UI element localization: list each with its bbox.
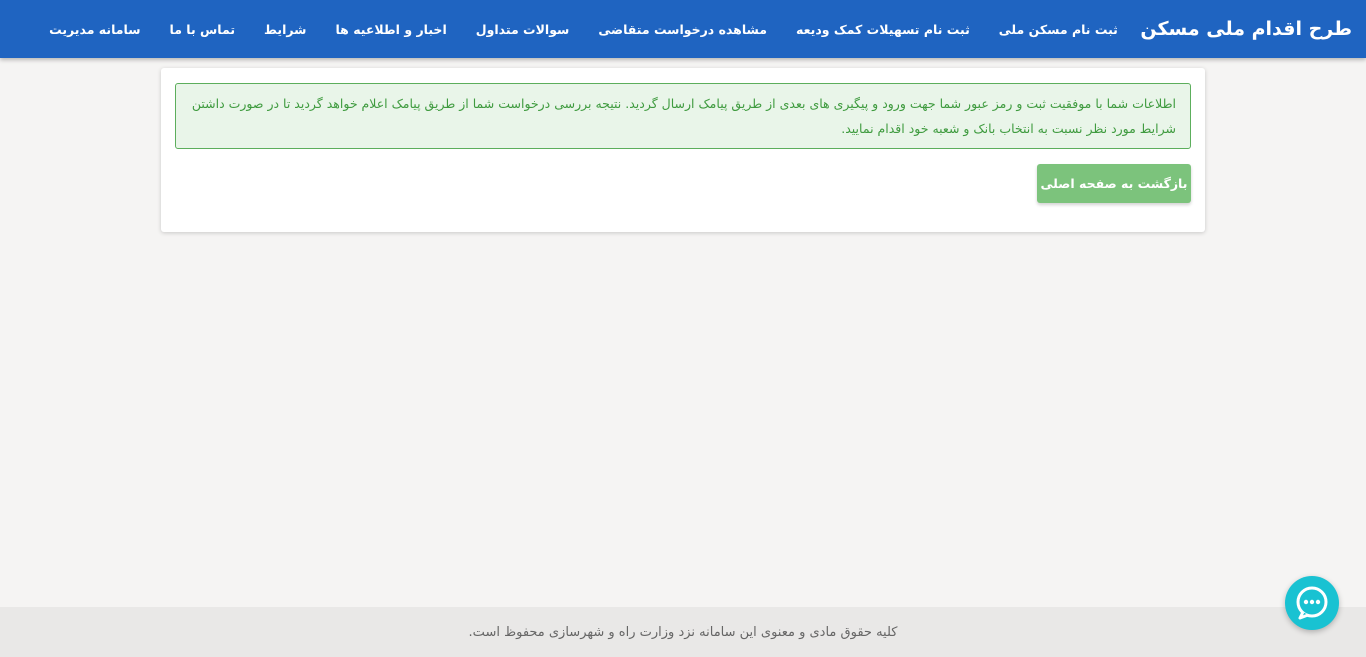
nav-view-applicant-request[interactable]: مشاهده درخواست متقاضی [584, 22, 782, 37]
nav-admin-system[interactable]: سامانه مدیریت [35, 22, 155, 37]
main-nav: ثبت نام مسکن ملی ثبت نام تسهیلات کمک ودی… [35, 22, 1133, 37]
nav-deposit-assistance-registration[interactable]: ثبت نام تسهیلات کمک ودیعه [782, 22, 985, 37]
chat-widget-button[interactable] [1285, 576, 1339, 630]
nav-national-housing-registration[interactable]: ثبت نام مسکن ملی [984, 22, 1132, 37]
footer: کلیه حقوق مادی و معنوی این سامانه نزد وز… [0, 607, 1366, 657]
site-brand[interactable]: طرح اقدام ملی مسکن [1140, 18, 1352, 40]
back-to-home-button[interactable]: بازگشت به صفحه اصلی [1037, 164, 1191, 203]
copyright-text: کلیه حقوق مادی و معنوی این سامانه نزد وز… [468, 624, 898, 640]
nav-contact-us[interactable]: تماس با ما [155, 22, 250, 37]
nav-news[interactable]: اخبار و اطلاعیه ها [321, 22, 461, 37]
nav-faq[interactable]: سوالات متداول [461, 22, 584, 37]
result-card: اطلاعات شما با موفقیت ثبت و رمز عبور شما… [161, 68, 1205, 232]
nav-conditions[interactable]: شرایط [250, 22, 321, 37]
chat-bubble-icon [1296, 586, 1328, 620]
success-alert: اطلاعات شما با موفقیت ثبت و رمز عبور شما… [175, 83, 1191, 149]
top-navbar: طرح اقدام ملی مسکن ثبت نام مسکن ملی ثبت … [0, 0, 1366, 58]
